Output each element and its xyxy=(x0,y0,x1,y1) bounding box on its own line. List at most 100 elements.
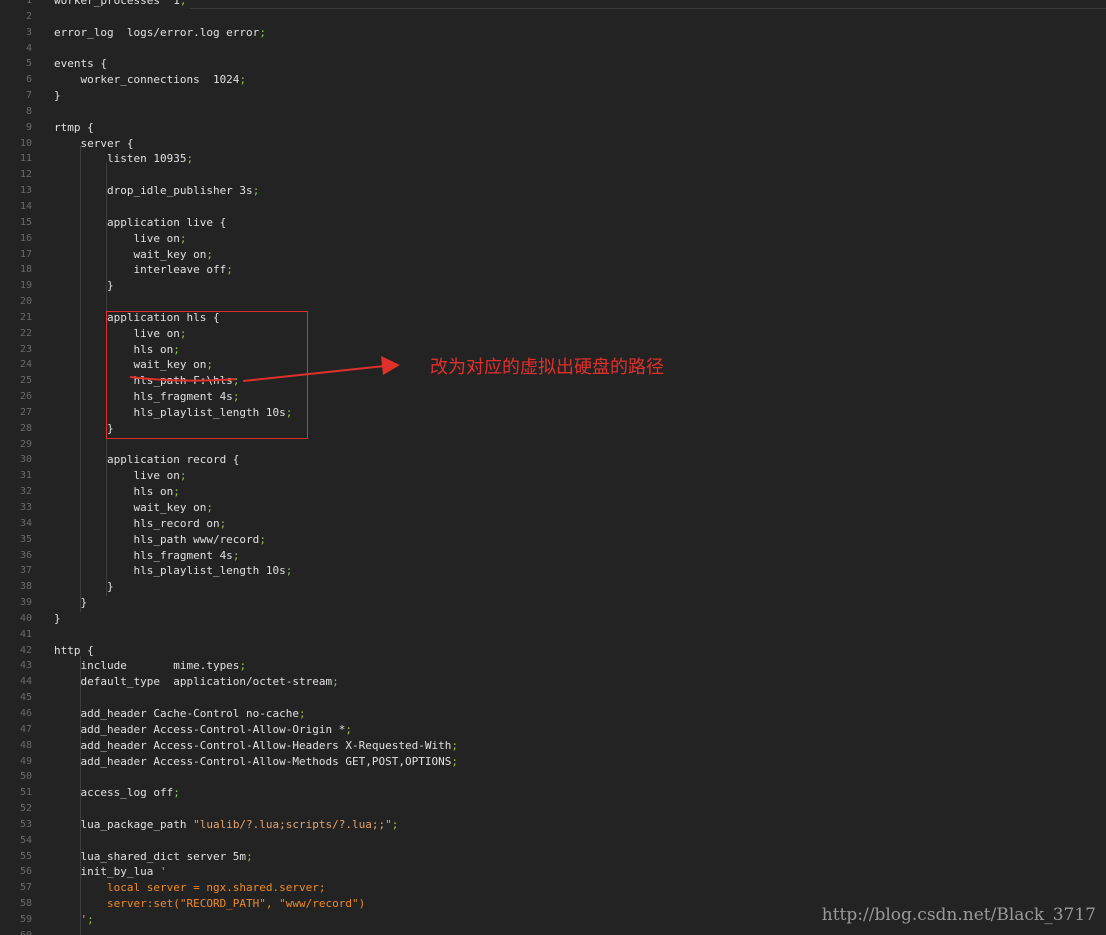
line-number: 42 xyxy=(19,644,32,656)
line-code: lua_package_path "lualib/?.lua;scripts/?… xyxy=(54,817,398,833)
line-number: 40 xyxy=(19,612,32,624)
code-line: 49 add_header Access-Control-Allow-Metho… xyxy=(0,754,1106,770)
line-code: wait_key on; xyxy=(54,500,213,516)
line-number: 58 xyxy=(19,898,32,910)
code-token: ' xyxy=(159,865,167,879)
code-line: 14 xyxy=(0,199,1106,215)
code-token: add_header Access-Control-Allow-Origin * xyxy=(54,722,346,736)
line-number: 21 xyxy=(19,311,32,323)
code-line: 20 xyxy=(0,294,1106,310)
code-line: 29 xyxy=(0,437,1106,453)
code-line: 48 add_header Access-Control-Allow-Heade… xyxy=(0,738,1106,754)
code-token: ; xyxy=(252,184,260,198)
line-number: 19 xyxy=(19,280,32,292)
line-code: application record { xyxy=(54,452,239,468)
line-code: } xyxy=(54,88,61,104)
code-token: error_log logs/error.log error xyxy=(54,25,260,39)
code-line: 36 hls_fragment 4s; xyxy=(0,548,1106,564)
line-code: '; xyxy=(54,912,94,928)
line-number: 57 xyxy=(19,882,32,894)
code-line: 7} xyxy=(0,88,1106,104)
code-token: local server = ngx.shared.server; xyxy=(54,881,326,895)
code-token: ; xyxy=(239,659,247,673)
code-token: application live { xyxy=(54,215,227,229)
code-line: 10 server { xyxy=(0,136,1106,152)
line-code: access_log off; xyxy=(54,785,179,801)
code-token: ; xyxy=(299,706,306,720)
code-token: rtmp { xyxy=(54,120,94,134)
line-number: 35 xyxy=(19,533,32,545)
line-number: 11 xyxy=(19,153,32,165)
code-token: ; xyxy=(206,501,213,514)
line-code: add_header Access-Control-Allow-Headers … xyxy=(54,738,458,754)
line-code: worker_processes 1; xyxy=(54,0,186,9)
code-token: add_header Cache-Control no-cache xyxy=(54,706,300,720)
code-token: application record { xyxy=(54,453,240,467)
line-number: 12 xyxy=(19,169,32,181)
code-line: 13 drop_idle_publisher 3s; xyxy=(0,183,1106,199)
code-line: 32 hls on; xyxy=(0,484,1106,500)
code-token: hls_record on xyxy=(54,516,220,530)
code-token: ; xyxy=(451,738,458,752)
line-code: add_header Access-Control-Allow-Methods … xyxy=(54,754,458,770)
line-number: 53 xyxy=(19,818,32,830)
line-number: 39 xyxy=(19,597,32,609)
code-token: } xyxy=(54,580,114,594)
annotation-text: 改为对应的虚拟出硬盘的路径 xyxy=(430,357,664,378)
code-line: 52 xyxy=(0,801,1106,817)
code-token: server { xyxy=(54,136,134,150)
code-token: worker_connections 1024 xyxy=(54,73,240,87)
code-line: 8 xyxy=(0,104,1106,120)
line-number: 38 xyxy=(19,581,32,593)
code-line: 2 xyxy=(0,9,1106,25)
line-number: 54 xyxy=(19,834,32,846)
code-token: add_header Access-Control-Allow-Methods … xyxy=(54,754,452,768)
line-code: server { xyxy=(54,136,133,152)
line-number: 52 xyxy=(19,803,32,815)
code-token: live on xyxy=(54,231,180,245)
line-code: listen 10935; xyxy=(54,151,193,167)
line-code: worker_connections 1024; xyxy=(54,72,246,88)
line-code: wait_key on; xyxy=(54,247,212,263)
line-code: rtmp { xyxy=(54,120,94,136)
line-code: server:set("RECORD_PATH", "www/record") xyxy=(54,896,365,912)
line-number: 49 xyxy=(19,755,32,767)
code-token: ; xyxy=(239,73,247,87)
watermark: http://blog.csdn.net/Black_3717 xyxy=(821,905,1096,925)
line-code: live on; xyxy=(54,231,186,247)
code-line: 55 lua_shared_dict server 5m; xyxy=(0,849,1106,865)
code-token: add_header Access-Control-Allow-Headers … xyxy=(54,738,452,752)
code-line: 42 http { xyxy=(0,643,1106,659)
code-token: worker_processes 1 xyxy=(54,0,180,7)
code-token: ; xyxy=(232,548,240,562)
line-number: 55 xyxy=(19,850,32,862)
line-code: hls_record on; xyxy=(54,516,226,532)
code-token: ; xyxy=(219,516,227,530)
line-code: hls_fragment 4s; xyxy=(54,548,239,564)
line-number: 4 xyxy=(25,42,32,54)
line-number: 25 xyxy=(19,375,32,387)
line-number: 6 xyxy=(25,74,32,86)
code-token: hls_playlist_length 10s xyxy=(54,564,286,578)
line-code: include mime.types; xyxy=(54,658,246,674)
code-token: hls on xyxy=(54,485,174,499)
line-number: 8 xyxy=(25,105,32,117)
code-token: ; xyxy=(173,485,180,499)
code-token: access_log off xyxy=(54,786,174,800)
code-line: 45 xyxy=(0,690,1106,706)
code-line: 50 xyxy=(0,769,1106,785)
line-number: 3 xyxy=(25,26,32,38)
line-number: 24 xyxy=(19,359,32,371)
code-editor[interactable]: 1 worker_processes 1; 2 3 error_log logs/err… xyxy=(0,0,1106,935)
code-line: 18 interleave off; xyxy=(0,262,1106,278)
code-line: 51 access_log off; xyxy=(0,785,1106,801)
line-code: http { xyxy=(54,643,94,659)
line-number: 43 xyxy=(19,660,32,672)
code-token: } xyxy=(54,89,61,103)
code-line: 34 hls_record on; xyxy=(0,516,1106,532)
code-line: 5 events { xyxy=(0,56,1106,72)
line-number: 51 xyxy=(19,787,32,799)
code-line: 47 add_header Access-Control-Allow-Origi… xyxy=(0,722,1106,738)
code-token: events { xyxy=(54,57,107,71)
line-number: 46 xyxy=(19,707,32,719)
